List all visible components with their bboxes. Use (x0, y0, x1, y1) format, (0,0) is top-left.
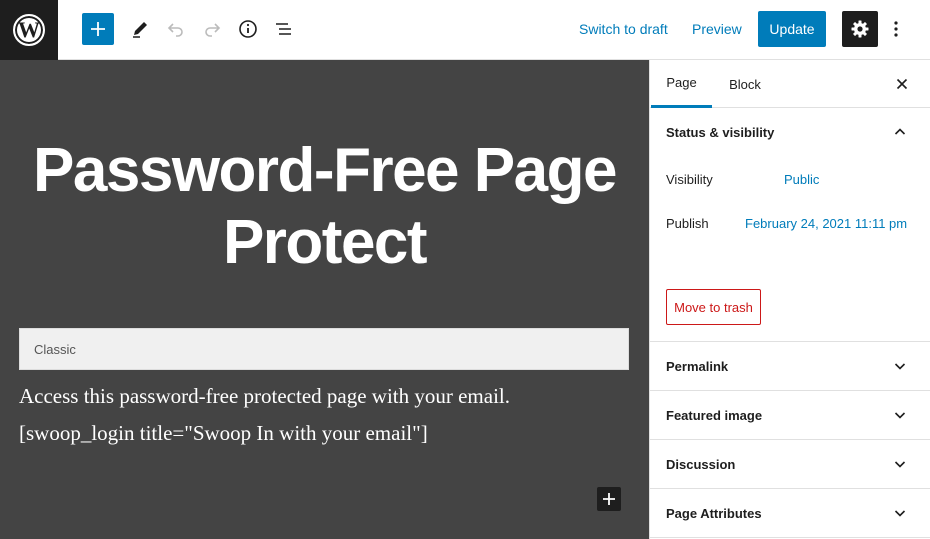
inline-add-block-button[interactable] (597, 487, 621, 511)
chevron-up-icon (894, 128, 906, 135)
tab-block[interactable]: Block (720, 60, 770, 108)
wordpress-logo-button[interactable]: W (0, 0, 58, 60)
preview-button[interactable]: Preview (692, 20, 742, 38)
visibility-label: Visibility (666, 172, 713, 187)
list-view-button[interactable] (268, 13, 300, 45)
move-to-trash-button[interactable]: Move to trash (666, 289, 761, 325)
list-view-icon (276, 23, 291, 35)
tools-button[interactable] (124, 13, 156, 45)
sidebar-tabs: Page Block (650, 60, 930, 108)
permalink-panel-toggle[interactable]: Permalink (650, 342, 930, 391)
chevron-down-icon (894, 461, 906, 468)
visibility-value-button[interactable]: Public (784, 172, 819, 187)
page-attributes-title: Page Attributes (666, 505, 762, 521)
settings-button[interactable] (842, 11, 878, 47)
status-visibility-panel-toggle[interactable]: Status & visibility (650, 108, 930, 157)
status-visibility-title: Status & visibility (666, 125, 775, 140)
permalink-title: Permalink (666, 358, 729, 374)
chevron-down-icon (894, 412, 906, 419)
close-icon (896, 78, 908, 90)
gear-icon (851, 20, 869, 38)
add-block-button[interactable] (82, 13, 114, 45)
featured-image-panel-toggle[interactable]: Featured image (650, 391, 930, 440)
wordpress-icon: W (13, 14, 45, 46)
classic-block[interactable]: Classic (19, 328, 629, 370)
chevron-down-icon (894, 363, 906, 370)
classic-block-label: Classic (34, 341, 76, 357)
more-vertical-icon (894, 21, 898, 37)
featured-image-title: Featured image (666, 407, 763, 423)
shortcode-block[interactable]: [swoop_login title="Swoop In with your e… (19, 420, 428, 446)
tab-page[interactable]: Page (651, 60, 712, 108)
editor-header: W Switch to draft Preview Update (0, 0, 930, 60)
discussion-title: Discussion (666, 456, 736, 472)
redo-icon (205, 23, 221, 37)
post-title-line-2: Protect (222, 208, 428, 277)
redo-button[interactable] (196, 13, 228, 45)
update-button[interactable]: Update (758, 11, 826, 47)
chevron-down-icon (894, 510, 906, 517)
paragraph-block[interactable]: Access this password-free protected page… (19, 383, 510, 409)
publish-date-button[interactable]: February 24, 2021 11:11 pm (745, 216, 907, 231)
close-sidebar-button[interactable] (890, 72, 914, 96)
options-menu-button[interactable] (886, 13, 906, 45)
discussion-panel-toggle[interactable]: Discussion (650, 440, 930, 489)
settings-sidebar: Page Block Status & visibility Visibilit… (649, 60, 930, 539)
post-title-line-1: Password-Free Page (33, 136, 617, 205)
plus-icon (91, 22, 105, 36)
post-title[interactable]: Password-Free Page Protect (0, 135, 649, 279)
switch-to-draft-button[interactable]: Switch to draft (579, 20, 668, 38)
plus-icon (603, 493, 615, 505)
pencil-icon (133, 22, 147, 38)
details-button[interactable] (232, 13, 264, 45)
undo-button[interactable] (160, 13, 192, 45)
page-attributes-panel-toggle[interactable]: Page Attributes (650, 489, 930, 538)
editor-canvas: Password-Free Page Protect Classic Acces… (0, 60, 649, 539)
publish-label: Publish (666, 216, 709, 231)
undo-icon (167, 23, 183, 37)
info-icon (239, 20, 257, 38)
